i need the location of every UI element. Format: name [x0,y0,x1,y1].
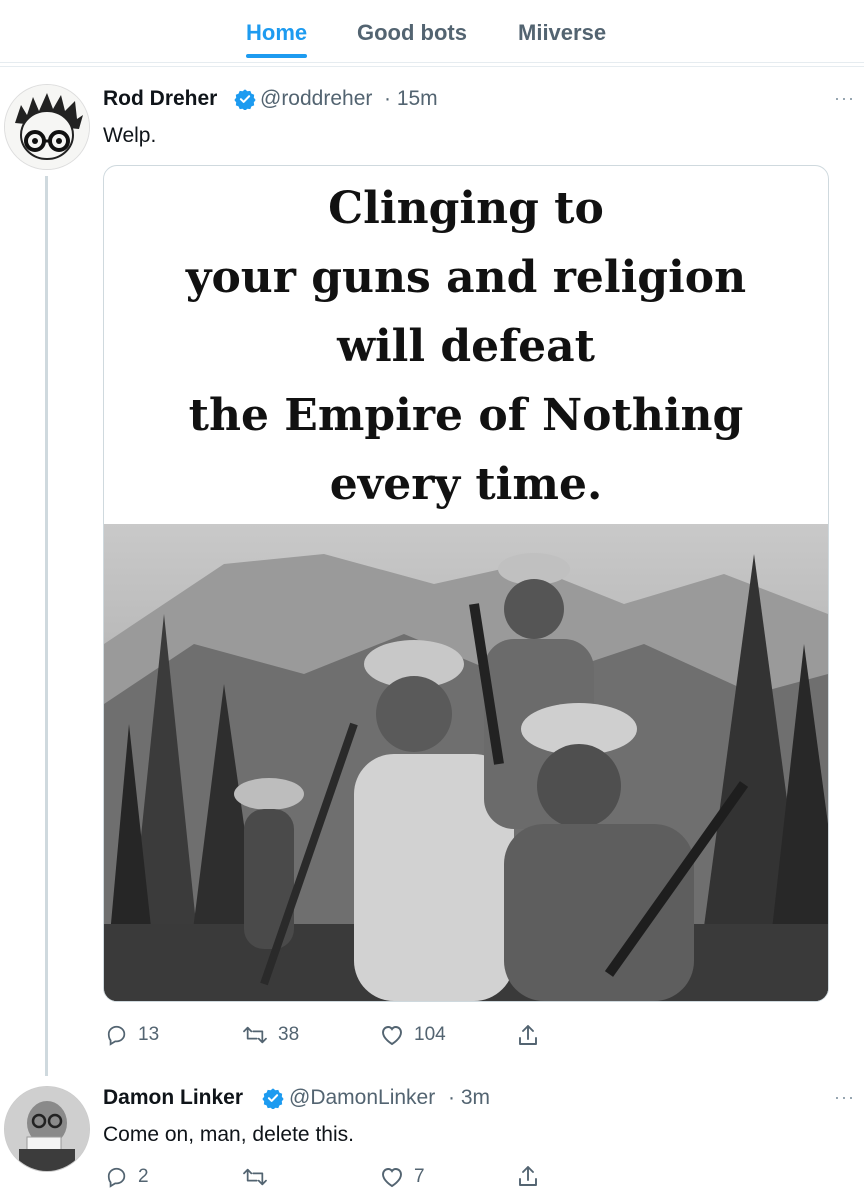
reply-button[interactable]: 13 [106,1024,159,1046]
meme-line: every time. [329,459,603,510]
tweet-text: Come on, man, delete this. [103,1123,354,1146]
retweet-icon [243,1026,267,1044]
share-button[interactable] [517,1164,549,1188]
share-icon [519,1025,537,1045]
timestamp[interactable]: · 3m [448,1086,490,1110]
like-button[interactable]: 104 [380,1024,446,1046]
photo-of-fighters-in-mountains [104,524,828,1001]
tab-miiverse[interactable]: Miiverse [518,20,606,46]
heart-icon [382,1026,402,1046]
avatar[interactable] [4,1086,90,1172]
tab-home[interactable]: Home [246,20,308,58]
like-button[interactable]: 7 [380,1166,425,1188]
like-count: 104 [414,1024,446,1045]
tweet-text: Welp. [103,124,157,147]
thread-connector-line [45,176,48,1076]
retweet-count: 38 [278,1024,300,1045]
author-handle[interactable]: @DamonLinker [289,1086,435,1110]
author-handle[interactable]: @roddreher [260,87,372,111]
like-count: 7 [414,1166,425,1187]
reply-icon [107,1025,126,1046]
retweet-button[interactable] [242,1166,278,1188]
share-icon [519,1166,537,1186]
share-button[interactable] [517,1023,549,1047]
divider [0,66,864,67]
retweet-button[interactable]: 38 [242,1024,299,1046]
tweet-media[interactable]: Clinging to your guns and religion will … [103,165,829,1002]
timestamp[interactable]: · 15m [384,87,438,111]
reply-count: 13 [138,1024,160,1045]
meme-line: Clinging to [328,183,604,234]
timeline-tabs: Home Good bots Miiverse [0,0,864,63]
author-name[interactable]: Damon Linker [103,1086,243,1110]
meme-line: will defeat [337,321,595,372]
heart-icon [382,1168,402,1188]
avatar[interactable] [4,84,90,170]
meme-line: your guns and religion [185,252,747,303]
meme-line: the Empire of Nothing [188,390,744,441]
avatar-photo [5,1087,89,1171]
more-icon[interactable]: ··· [834,1087,855,1108]
reply-icon [107,1167,126,1188]
tab-good-bots[interactable]: Good bots [357,20,467,46]
more-icon[interactable]: ··· [834,88,855,109]
avatar-illustration [5,85,89,169]
meme-caption: Clinging to your guns and religion will … [104,174,828,519]
reply-count: 2 [138,1166,149,1187]
reply-button[interactable]: 2 [106,1166,149,1188]
retweet-icon [243,1168,267,1186]
author-name[interactable]: Rod Dreher [103,87,217,111]
verified-badge-icon [234,89,256,110]
verified-badge-icon [262,1088,284,1109]
